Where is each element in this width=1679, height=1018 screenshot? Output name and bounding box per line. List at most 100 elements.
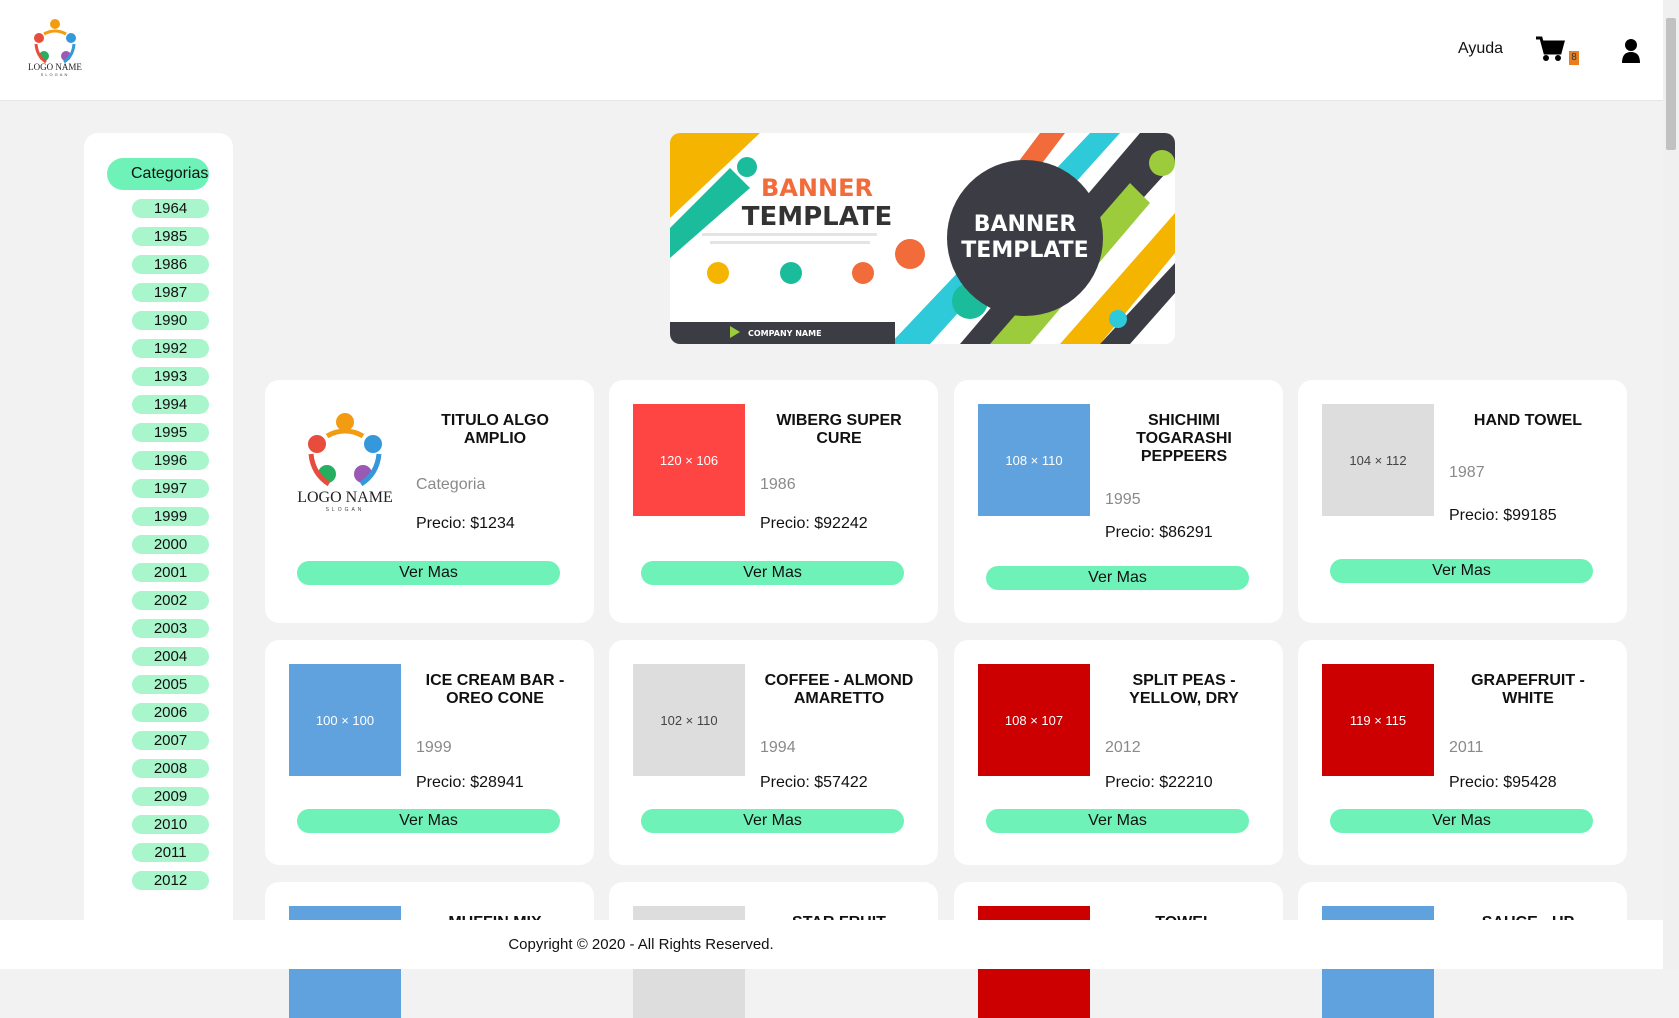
image-size-label: 102 × 110 [660,712,718,728]
category-item[interactable]: 2012 [132,871,209,890]
product-title: TITULO ALGO AMPLIO [420,412,570,448]
category-item[interactable]: 1986 [132,255,209,274]
category-item[interactable]: 2006 [132,703,209,722]
product-logo-image: LOGO NAMESLOGAN [297,413,393,513]
ver-mas-button[interactable]: Ver Mas [641,809,904,833]
category-item[interactable]: 1964 [132,199,209,218]
help-link[interactable]: Ayuda [1458,40,1503,58]
product-title-line: GRAPEFRUIT - [1471,672,1585,689]
product-card: LOGO NAME SLOGAN TITULO ALGO AMPLIO Categori… [265,380,594,623]
product-card: 100 × 100 ICE CREAM BAR - OREO CONE 1999 Pre… [265,640,594,865]
product-title-line: SPLIT PEAS - [1132,672,1236,689]
category-item[interactable]: 2003 [132,619,209,638]
product-title-line: WHITE [1502,690,1554,707]
category-item[interactable]: 2005 [132,675,209,694]
product-title-line: SHICHIMI [1148,412,1220,429]
ver-mas-button[interactable]: Ver Mas [986,566,1249,590]
category-item[interactable]: 2001 [132,563,209,582]
product-title-line: OREO CONE [446,690,544,707]
product-card: 108 × 107 SPLIT PEAS - YELLOW, DRY 2012 Prec… [954,640,1283,865]
image-size-label: 108 × 110 [1005,452,1063,468]
ver-mas-button[interactable]: Ver Mas [1330,559,1593,583]
product-title-line: AMARETTO [793,690,885,707]
banner-image[interactable]: BANNER TEMPLATE BANNER TEMPLATE COMPANY … [670,133,1175,344]
product-category: 1986 [760,476,796,493]
category-item[interactable]: 2004 [132,647,209,666]
ver-mas-button[interactable]: Ver Mas [1330,809,1593,833]
product-card: 119 × 115 GRAPEFRUIT - WHITE 2011 Precio: $9… [1298,640,1627,865]
category-item[interactable]: 1994 [132,395,209,414]
banner-title-line-1: BANNER [761,174,873,202]
product-price: Precio: $86291 [1105,524,1213,541]
category-item[interactable]: 1995 [132,423,209,442]
categories-title: Categorias [131,165,209,182]
product-title: GRAPEFRUIT - WHITE [1453,672,1603,708]
categories-header[interactable]: Categorias [107,158,209,190]
category-item[interactable]: 1990 [132,311,209,330]
banner-company-name: COMPANY NAME [748,329,822,338]
category-item[interactable]: 1985 [132,227,209,246]
category-item[interactable]: 2009 [132,787,209,806]
category-item[interactable]: 1997 [132,479,209,498]
product-category: 1987 [1449,464,1485,481]
product-card: 102 × 110 COFFEE - ALMOND AMARETTO 1994 Prec… [609,640,938,865]
product-title-line: PEPPEERS [1140,448,1228,465]
image-size-label: 100 × 100 [315,712,375,728]
product-price: Precio: $99185 [1449,507,1557,524]
product-price: Precio: $92242 [760,515,868,532]
copyright-text: Copyright © 2020 - All Rights Reserved. [508,936,774,953]
product-category: Categoria [416,476,486,493]
product-title: WIBERG SUPER CURE [764,412,914,448]
scrollbar-thumb[interactable] [1666,18,1676,150]
user-icon[interactable] [1621,38,1641,64]
product-title-line: WIBERG SUPER [776,412,902,429]
image-size-label: 120 × 106 [659,452,719,468]
logo-name: LOGO NAME [28,62,82,72]
ver-mas-button[interactable]: Ver Mas [986,809,1249,833]
product-image-placeholder: 102 × 110 [633,664,745,776]
product-title: SPLIT PEAS - YELLOW, DRY [1109,672,1259,708]
svg-text:SLOGAN: SLOGAN [326,507,365,513]
ver-mas-button[interactable]: Ver Mas [641,561,904,585]
category-item[interactable]: 2008 [132,759,209,778]
banner-circle-line-2: TEMPLATE [961,238,1088,263]
product-image-placeholder: 108 × 107 [978,664,1090,776]
product-title-line: COFFEE - ALMOND [764,672,914,689]
product-title-line: AMPLIO [463,430,527,447]
product-price: Precio: $57422 [760,774,868,791]
product-price: Precio: $1234 [416,515,515,532]
svg-text:LOGO NAME: LOGO NAME [297,489,393,506]
banner-circle-line-1: BANNER [974,212,1077,237]
image-size-label: 119 × 115 [1349,712,1407,728]
ver-mas-button[interactable]: Ver Mas [297,561,560,585]
category-item[interactable]: 1992 [132,339,209,358]
product-image-placeholder: 108 × 110 [978,404,1090,516]
cart-icon[interactable] [1535,35,1565,63]
product-price: Precio: $22210 [1105,774,1213,791]
category-item[interactable]: 2002 [132,591,209,610]
product-card: 108 × 110 SHICHIMI TOGARASHI PEPPEERS 1995 Pr… [954,380,1283,623]
product-title: COFFEE - ALMOND AMARETTO [764,672,914,708]
category-sidebar [84,133,233,933]
logo-slogan: SLOGAN [40,72,70,77]
category-item[interactable]: 1987 [132,283,209,302]
footer: Copyright © 2020 - All Rights Reserved. [0,920,1663,969]
product-title-line: TITULO ALGO [441,412,549,429]
top-header: LOGO NAME SLOGAN Ayuda 8 [0,0,1663,101]
product-category: 1994 [760,739,796,756]
product-title-line: CURE [816,430,862,447]
category-item[interactable]: 1993 [132,367,209,386]
product-card: 104 × 112 HAND TOWEL 1987 Precio: $99185 Ver… [1298,380,1627,623]
product-category: 1995 [1105,491,1141,508]
category-item[interactable]: 2011 [132,843,209,862]
product-price: Precio: $95428 [1449,774,1557,791]
category-item[interactable]: 2000 [132,535,209,554]
image-size-label: 108 × 107 [1004,712,1064,728]
category-item[interactable]: 1999 [132,507,209,526]
category-item[interactable]: 2007 [132,731,209,750]
category-item[interactable]: 2010 [132,815,209,834]
ver-mas-button[interactable]: Ver Mas [297,809,560,833]
category-item[interactable]: 1996 [132,451,209,470]
product-title: SHICHIMI TOGARASHI PEPPEERS [1109,412,1259,466]
product-title-line: ICE CREAM BAR - [425,672,565,689]
